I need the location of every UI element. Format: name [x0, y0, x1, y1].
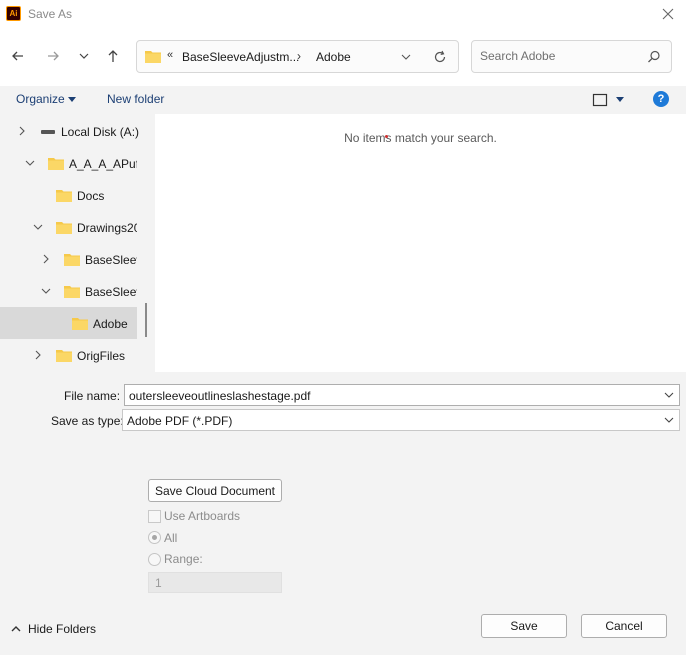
range-label: Range:	[164, 552, 203, 566]
folder-icon	[48, 158, 64, 170]
folder-icon	[56, 350, 72, 362]
empty-message: No items match your search.	[344, 131, 497, 145]
tree-item-basesleeve-2[interactable]: BaseSleev	[0, 275, 137, 307]
chevron-down-icon[interactable]	[663, 416, 675, 426]
chevron-right-icon[interactable]	[32, 349, 44, 361]
chevron-down-icon[interactable]	[32, 221, 44, 233]
save-as-type-label: Save as type:	[51, 414, 124, 428]
address-bar[interactable]: « BaseSleeveAdjustm... › Adobe	[136, 40, 459, 73]
folder-icon	[64, 254, 80, 266]
folder-icon	[145, 51, 161, 63]
cancel-button[interactable]: Cancel	[581, 614, 667, 638]
new-folder-button[interactable]: New folder	[107, 92, 164, 106]
save-as-type-select[interactable]: Adobe PDF (*.PDF)	[122, 409, 680, 431]
tree-label: Local Disk (A:)	[61, 125, 140, 139]
tree-label: Drawings20	[77, 221, 137, 235]
caret-down-icon[interactable]	[67, 96, 77, 104]
file-list-pane[interactable]: No items match your search.	[155, 114, 686, 372]
search-box[interactable]	[471, 40, 672, 73]
radio-selected-dot	[152, 535, 157, 540]
file-name-value[interactable]: outersleeveoutlineslashestage.pdf	[129, 389, 310, 403]
breadcrumb-separator[interactable]: ›	[297, 49, 301, 63]
save-options-panel: File name: outersleeveoutlineslashestage…	[0, 372, 686, 598]
folder-icon	[56, 190, 72, 202]
use-artboards-checkbox[interactable]	[148, 510, 161, 523]
chevron-down-icon	[79, 53, 89, 59]
tree-label: BaseSleev	[85, 253, 137, 267]
illustrator-app-icon: Ai	[6, 6, 21, 21]
chevron-right-icon[interactable]	[16, 125, 28, 137]
arrow-right-icon	[48, 51, 59, 61]
save-as-type-value[interactable]: Adobe PDF (*.PDF)	[127, 414, 232, 428]
tree-item-adobe[interactable]: Adobe	[0, 307, 137, 339]
close-button[interactable]	[658, 4, 678, 24]
search-icon[interactable]	[647, 50, 661, 64]
cursor-marker	[385, 135, 388, 138]
tree-item-origfiles[interactable]: OrigFiles	[0, 339, 137, 371]
all-label: All	[164, 531, 178, 545]
save-button[interactable]: Save	[481, 614, 567, 638]
folder-icon	[72, 318, 88, 330]
close-icon	[662, 8, 674, 20]
tree-scrollbar[interactable]	[145, 303, 147, 337]
tree-label: A_A_A_APuff	[69, 157, 137, 171]
range-value: 1	[155, 576, 162, 590]
tree-label: BaseSleev	[85, 285, 137, 299]
overflow-chevron[interactable]: «	[167, 49, 173, 61]
help-button[interactable]: ?	[653, 91, 669, 107]
tree-item-local-disk[interactable]: Local Disk (A:)	[0, 115, 140, 147]
folder-tree[interactable]: Local Disk (A:) A_A_A_APuff Docs Drawing…	[0, 114, 155, 372]
all-radio[interactable]	[148, 531, 161, 544]
refresh-icon[interactable]	[432, 49, 448, 65]
use-artboards-label: Use Artboards	[164, 509, 241, 523]
tree-item-docs[interactable]: Docs	[0, 179, 137, 211]
chevron-down-icon[interactable]	[24, 157, 36, 169]
view-layout-icon[interactable]	[592, 92, 608, 108]
tree-item-a-a-a-apuff[interactable]: A_A_A_APuff	[0, 147, 137, 179]
chevron-right-icon[interactable]	[40, 253, 52, 265]
tree-label: Docs	[77, 189, 105, 203]
chevron-up-icon[interactable]	[11, 625, 21, 633]
save-cloud-document-button[interactable]: Save Cloud Document	[148, 479, 282, 502]
caret-down-icon[interactable]	[615, 96, 625, 104]
dialog-footer: Hide Folders Save Cancel	[0, 598, 686, 655]
chevron-down-icon[interactable]	[663, 391, 675, 401]
forward-button[interactable]	[42, 45, 64, 67]
arrow-left-icon	[12, 51, 23, 61]
hide-folders-button[interactable]: Hide Folders	[28, 622, 96, 636]
folder-icon	[64, 286, 80, 298]
drive-icon	[41, 130, 55, 134]
range-input[interactable]: 1	[148, 572, 282, 593]
title-bar: Ai Save As	[0, 0, 686, 28]
address-dropdown-icon[interactable]	[399, 50, 413, 64]
organize-menu[interactable]: Organize	[16, 92, 65, 106]
folder-icon	[56, 222, 72, 234]
tree-label: OrigFiles	[77, 349, 126, 363]
navigation-bar: « BaseSleeveAdjustm... › Adobe	[0, 28, 686, 86]
file-name-label: File name:	[64, 389, 121, 403]
chevron-down-icon[interactable]	[40, 285, 52, 297]
tree-item-basesleeve-1[interactable]: BaseSleev	[0, 243, 137, 275]
tree-label: Adobe	[93, 317, 128, 331]
search-input[interactable]	[480, 49, 640, 63]
breadcrumb-adobe[interactable]: Adobe	[316, 50, 351, 64]
arrow-up-icon	[108, 50, 118, 62]
recent-locations-button[interactable]	[73, 45, 95, 67]
window-title: Save As	[28, 7, 73, 21]
file-name-field[interactable]: outersleeveoutlineslashestage.pdf	[124, 384, 680, 406]
breadcrumb-basesleeve[interactable]: BaseSleeveAdjustm...	[182, 50, 299, 64]
range-radio[interactable]	[148, 553, 161, 566]
back-button[interactable]	[7, 45, 29, 67]
tree-item-drawings20[interactable]: Drawings20	[0, 211, 137, 243]
command-bar: Organize New folder ?	[0, 86, 686, 114]
up-button[interactable]	[102, 45, 124, 67]
